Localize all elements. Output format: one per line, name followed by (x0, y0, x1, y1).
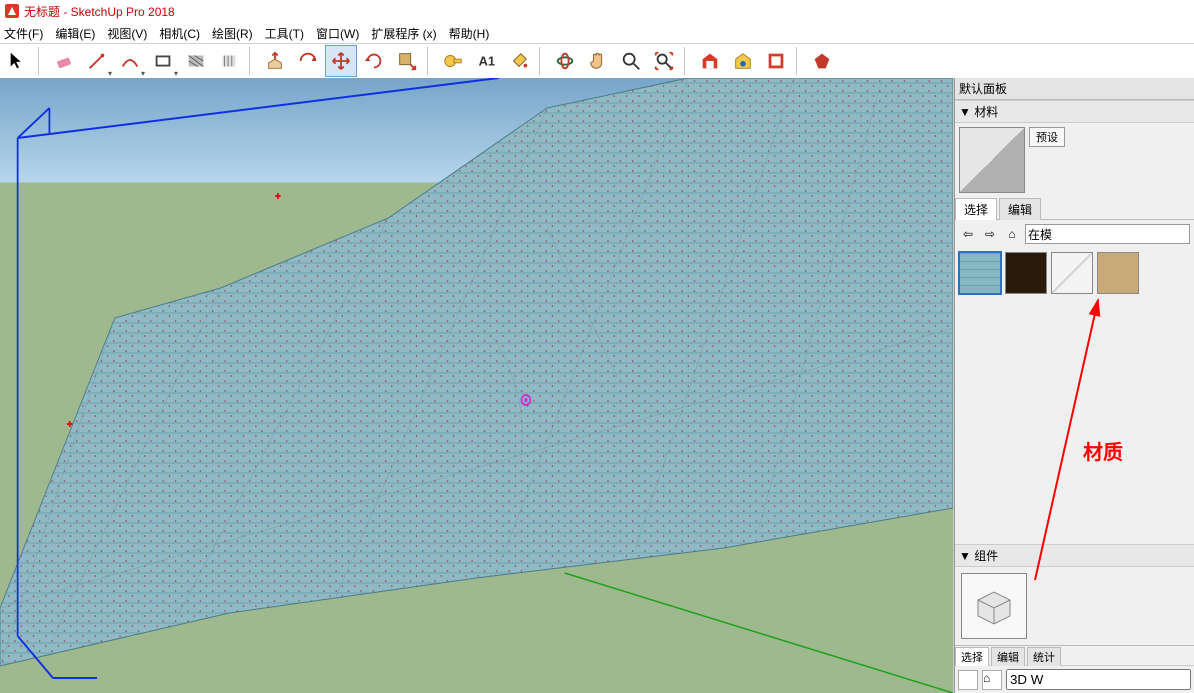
pan-tool[interactable] (582, 45, 614, 77)
svg-text:A1: A1 (479, 54, 495, 69)
tab-select[interactable]: 选择 (955, 198, 997, 220)
titlebar: 无标题 - SketchUp Pro 2018 (0, 0, 1194, 23)
move-tool[interactable] (325, 45, 357, 77)
offset-tool[interactable] (292, 45, 324, 77)
arc-tool[interactable] (114, 45, 146, 77)
materials-header[interactable]: ▼ 材料 (955, 100, 1194, 123)
tab-edit[interactable]: 编辑 (999, 198, 1041, 220)
scale-tool[interactable] (391, 45, 423, 77)
layout-button[interactable] (760, 45, 792, 77)
menu-camera[interactable]: 相机(C) (159, 25, 200, 42)
materials-library-select[interactable] (1025, 224, 1190, 244)
ruby-console-button[interactable] (806, 45, 838, 77)
orbit-tool[interactable] (549, 45, 581, 77)
zoom-extents-tool[interactable] (648, 45, 680, 77)
rib-tool[interactable] (213, 45, 245, 77)
menu-ext[interactable]: 扩展程序 (x) (371, 25, 436, 42)
shape-tool[interactable] (147, 45, 179, 77)
home-icon[interactable]: ⌂ (1003, 225, 1021, 243)
ext-warehouse-button[interactable] (727, 45, 759, 77)
main-toolbar: A1 (0, 43, 1194, 79)
toolbar-separator (539, 47, 546, 75)
toolbar-separator (796, 47, 803, 75)
tape-tool[interactable] (437, 45, 469, 77)
menu-view[interactable]: 视图(V) (107, 25, 147, 42)
menu-edit[interactable]: 编辑(E) (55, 25, 95, 42)
swatch-dark-wood[interactable] (1005, 252, 1047, 294)
rotate-tool[interactable] (358, 45, 390, 77)
rect-stripe-tool[interactable] (180, 45, 212, 77)
comp-tab-select[interactable]: 选择 (955, 647, 989, 666)
menu-help[interactable]: 帮助(H) (449, 25, 490, 42)
nav-back-icon[interactable]: ⇦ (959, 225, 977, 243)
text-tool[interactable]: A1 (470, 45, 502, 77)
materials-swatch-grid (955, 248, 1194, 298)
window-title: 无标题 - SketchUp Pro 2018 (24, 3, 175, 20)
zoom-tool[interactable] (615, 45, 647, 77)
paint-bucket-tool[interactable] (503, 45, 535, 77)
materials-tabs: 选择 编辑 (955, 197, 1194, 220)
comp-tab-stats[interactable]: 统计 (1027, 647, 1061, 666)
select-tool[interactable] (2, 45, 34, 77)
toolbar-separator (427, 47, 434, 75)
line-tool[interactable] (81, 45, 113, 77)
current-material-swatch[interactable] (959, 127, 1025, 193)
tray-title: 默认面板 (955, 78, 1194, 100)
comp-home-icon[interactable]: ⌂ (982, 670, 1002, 690)
comp-tab-edit[interactable]: 编辑 (991, 647, 1025, 666)
menubar: 文件(F) 编辑(E) 视图(V) 相机(C) 绘图(R) 工具(T) 窗口(W… (0, 23, 1194, 43)
toolbar-separator (684, 47, 691, 75)
menu-draw[interactable]: 绘图(R) (212, 25, 253, 42)
warehouse-button[interactable] (694, 45, 726, 77)
eraser-tool[interactable] (48, 45, 80, 77)
menu-file[interactable]: 文件(F) (4, 25, 43, 42)
preset-button[interactable]: 预设 (1029, 127, 1065, 147)
menu-tools[interactable]: 工具(T) (265, 25, 304, 42)
components-library-select[interactable] (1006, 669, 1191, 690)
comp-view-icon[interactable] (958, 670, 978, 690)
menu-window[interactable]: 窗口(W) (316, 25, 359, 42)
pushpull-tool[interactable] (259, 45, 291, 77)
toolbar-separator (249, 47, 256, 75)
default-tray: 默认面板 ▼ 材料 预设 选择 编辑 ⇦ ⇨ ⌂ ▼ 组件 选择 (954, 78, 1194, 693)
swatch-white-diag[interactable] (1051, 252, 1093, 294)
model-viewport[interactable] (0, 78, 954, 693)
components-tabs: 选择 编辑 统计 (955, 645, 1194, 665)
app-icon (4, 3, 20, 19)
toolbar-separator (38, 47, 45, 75)
components-header[interactable]: ▼ 组件 (955, 544, 1194, 567)
swatch-blue-siding[interactable] (959, 252, 1001, 294)
swatch-tan[interactable] (1097, 252, 1139, 294)
nav-fwd-icon[interactable]: ⇨ (981, 225, 999, 243)
component-thumbnail[interactable] (961, 573, 1027, 639)
